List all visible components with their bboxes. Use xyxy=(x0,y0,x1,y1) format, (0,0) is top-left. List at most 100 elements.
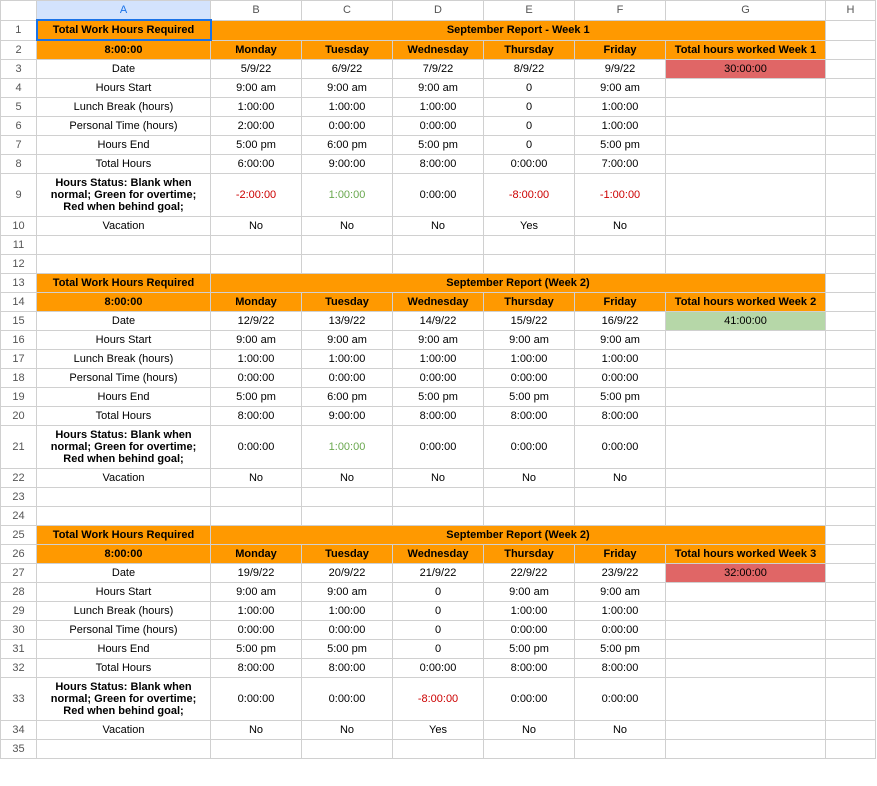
val-lunch-1[interactable]: 1:00:00 xyxy=(302,350,393,369)
val-total-2[interactable]: 8:00:00 xyxy=(393,155,484,174)
cell[interactable] xyxy=(484,507,575,526)
cell[interactable] xyxy=(484,488,575,507)
cell[interactable] xyxy=(826,174,876,217)
cell[interactable] xyxy=(666,236,826,255)
label-hend[interactable]: Hours End xyxy=(37,136,211,155)
row-header-14[interactable]: 14 xyxy=(1,293,37,312)
col-header-g[interactable]: G xyxy=(666,1,826,21)
status-label[interactable]: Hours Status: Blank when normal; Green f… xyxy=(37,426,211,469)
row-header-23[interactable]: 23 xyxy=(1,488,37,507)
row-header-27[interactable]: 27 xyxy=(1,564,37,583)
val-personal-4[interactable]: 0:00:00 xyxy=(575,621,666,640)
row-header-15[interactable]: 15 xyxy=(1,312,37,331)
row-header-31[interactable]: 31 xyxy=(1,640,37,659)
cell[interactable] xyxy=(826,507,876,526)
val-start-2[interactable]: 0 xyxy=(393,583,484,602)
val-lunch-2[interactable]: 0 xyxy=(393,602,484,621)
val-start-4[interactable]: 9:00 am xyxy=(575,79,666,98)
val-start-1[interactable]: 9:00 am xyxy=(302,583,393,602)
cell[interactable] xyxy=(393,255,484,274)
cell[interactable] xyxy=(37,507,211,526)
status-1[interactable]: 1:00:00 xyxy=(302,174,393,217)
date-2[interactable]: 7/9/22 xyxy=(393,60,484,79)
total-value[interactable]: 30:00:00 xyxy=(666,60,826,79)
row-header-11[interactable]: 11 xyxy=(1,236,37,255)
day-thu[interactable]: Thursday xyxy=(484,293,575,312)
week-title[interactable]: September Report (Week 2) xyxy=(211,274,826,293)
val-start-1[interactable]: 9:00 am xyxy=(302,331,393,350)
val-total-3[interactable]: 8:00:00 xyxy=(484,659,575,678)
cell[interactable] xyxy=(826,678,876,721)
row-header-16[interactable]: 16 xyxy=(1,331,37,350)
cell[interactable] xyxy=(666,407,826,426)
cell[interactable] xyxy=(484,255,575,274)
row-header-21[interactable]: 21 xyxy=(1,426,37,469)
val-personal-3[interactable]: 0:00:00 xyxy=(484,369,575,388)
cell[interactable] xyxy=(826,79,876,98)
val-total-4[interactable]: 8:00:00 xyxy=(575,407,666,426)
cell[interactable] xyxy=(666,155,826,174)
status-1[interactable]: 1:00:00 xyxy=(302,426,393,469)
row-header-26[interactable]: 26 xyxy=(1,545,37,564)
cell[interactable] xyxy=(575,507,666,526)
val-total-4[interactable]: 8:00:00 xyxy=(575,659,666,678)
label-lunch[interactable]: Lunch Break (hours) xyxy=(37,602,211,621)
row-header-34[interactable]: 34 xyxy=(1,721,37,740)
label-lunch[interactable]: Lunch Break (hours) xyxy=(37,98,211,117)
cell[interactable] xyxy=(826,564,876,583)
row-header-19[interactable]: 19 xyxy=(1,388,37,407)
required-hours[interactable]: 8:00:00 xyxy=(37,293,211,312)
cell[interactable] xyxy=(211,488,302,507)
vacation-0[interactable]: No xyxy=(211,469,302,488)
vacation-3[interactable]: No xyxy=(484,721,575,740)
val-start-2[interactable]: 9:00 am xyxy=(393,331,484,350)
val-end-1[interactable]: 5:00 pm xyxy=(302,640,393,659)
row-header-13[interactable]: 13 xyxy=(1,274,37,293)
cell[interactable] xyxy=(575,255,666,274)
required-hours[interactable]: 8:00:00 xyxy=(37,40,211,60)
vacation-3[interactable]: Yes xyxy=(484,217,575,236)
date-3[interactable]: 15/9/22 xyxy=(484,312,575,331)
val-personal-1[interactable]: 0:00:00 xyxy=(302,369,393,388)
val-lunch-3[interactable]: 1:00:00 xyxy=(484,602,575,621)
val-lunch-3[interactable]: 1:00:00 xyxy=(484,350,575,369)
cell[interactable] xyxy=(211,507,302,526)
val-start-4[interactable]: 9:00 am xyxy=(575,331,666,350)
required-hours[interactable]: 8:00:00 xyxy=(37,545,211,564)
status-4[interactable]: -1:00:00 xyxy=(575,174,666,217)
cell[interactable] xyxy=(826,274,876,293)
status-2[interactable]: 0:00:00 xyxy=(393,174,484,217)
val-personal-4[interactable]: 1:00:00 xyxy=(575,117,666,136)
cell[interactable] xyxy=(826,721,876,740)
date-0[interactable]: 19/9/22 xyxy=(211,564,302,583)
val-end-4[interactable]: 5:00 pm xyxy=(575,640,666,659)
day-tue[interactable]: Tuesday xyxy=(302,293,393,312)
label-personal[interactable]: Personal Time (hours) xyxy=(37,621,211,640)
val-personal-1[interactable]: 0:00:00 xyxy=(302,621,393,640)
val-lunch-2[interactable]: 1:00:00 xyxy=(393,98,484,117)
week-title[interactable]: September Report - Week 1 xyxy=(211,20,826,40)
date-4[interactable]: 16/9/22 xyxy=(575,312,666,331)
val-total-3[interactable]: 8:00:00 xyxy=(484,407,575,426)
cell[interactable] xyxy=(666,640,826,659)
cell[interactable] xyxy=(826,117,876,136)
cell[interactable] xyxy=(826,331,876,350)
day-wed[interactable]: Wednesday xyxy=(393,293,484,312)
cell[interactable] xyxy=(302,740,393,759)
row-header-30[interactable]: 30 xyxy=(1,621,37,640)
label-hend[interactable]: Hours End xyxy=(37,640,211,659)
val-start-4[interactable]: 9:00 am xyxy=(575,583,666,602)
cell[interactable] xyxy=(666,350,826,369)
val-total-0[interactable]: 8:00:00 xyxy=(211,659,302,678)
vacation-4[interactable]: No xyxy=(575,721,666,740)
day-thu[interactable]: Thursday xyxy=(484,40,575,60)
week-title[interactable]: September Report (Week 2) xyxy=(211,526,826,545)
val-lunch-0[interactable]: 1:00:00 xyxy=(211,98,302,117)
cell[interactable] xyxy=(666,469,826,488)
val-personal-4[interactable]: 0:00:00 xyxy=(575,369,666,388)
label-personal[interactable]: Personal Time (hours) xyxy=(37,369,211,388)
label-personal[interactable]: Personal Time (hours) xyxy=(37,117,211,136)
val-personal-2[interactable]: 0:00:00 xyxy=(393,369,484,388)
val-lunch-1[interactable]: 1:00:00 xyxy=(302,98,393,117)
date-3[interactable]: 22/9/22 xyxy=(484,564,575,583)
